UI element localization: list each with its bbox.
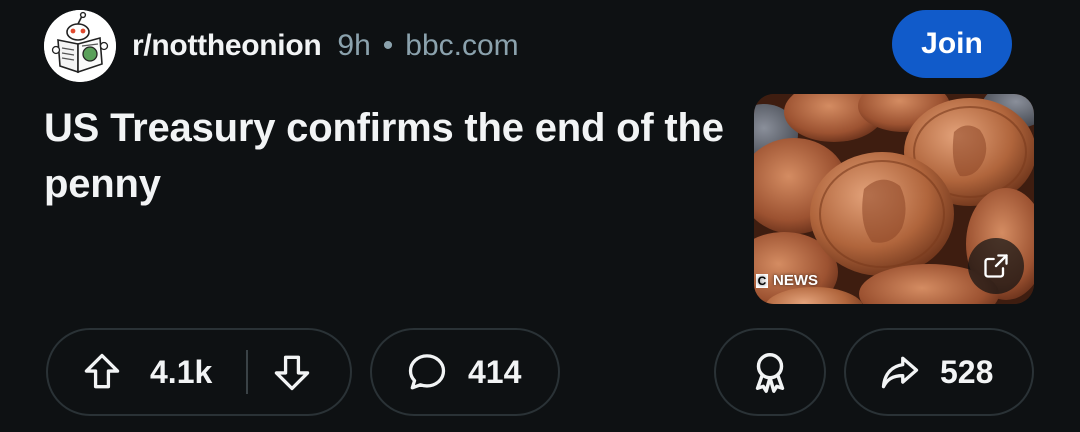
share-icon-wrap (876, 350, 924, 394)
post-meta: r/nottheonion 9h • bbc.com (132, 24, 519, 68)
post-age: 9h (337, 29, 371, 62)
vote-bar: 4.1k (46, 328, 352, 416)
award-ribbon-icon (755, 353, 785, 393)
vote-score: 4.1k (150, 353, 213, 390)
comment-count: 414 (468, 353, 522, 390)
share-arrow-icon (881, 356, 919, 389)
external-link-button[interactable] (968, 238, 1024, 294)
award-button[interactable] (714, 328, 826, 416)
comments-button[interactable]: 414 (370, 328, 560, 416)
arrow-up-icon (84, 353, 120, 389)
speech-bubble-icon (408, 354, 446, 390)
share-button[interactable]: 528 (844, 328, 1034, 416)
subreddit-avatar[interactable] (44, 10, 116, 82)
subreddit-name[interactable]: r/nottheonion (132, 29, 322, 63)
bbc-news-badge: C NEWS (756, 272, 818, 289)
post-title[interactable]: US Treasury confirms the end of the penn… (44, 100, 724, 212)
meta-separator: • (382, 29, 394, 62)
vote-divider (246, 350, 249, 394)
comment-icon-wrap (404, 350, 450, 394)
subreddit-avatar-image (44, 10, 116, 82)
join-button[interactable]: Join (892, 10, 1012, 78)
upvote-button[interactable] (80, 350, 124, 394)
arrow-down-icon (275, 355, 310, 391)
share-count: 528 (940, 353, 994, 390)
post-card: r/nottheonion 9h • bbc.com Join US Treas… (0, 0, 1080, 432)
downvote-button[interactable] (270, 350, 314, 394)
external-link-icon (984, 254, 1008, 278)
link-thumbnail[interactable]: C NEWS (754, 94, 1034, 304)
bbc-news-label: NEWS (773, 272, 818, 289)
bbc-logo-mark: C (756, 273, 768, 288)
source-domain[interactable]: bbc.com (405, 29, 518, 63)
